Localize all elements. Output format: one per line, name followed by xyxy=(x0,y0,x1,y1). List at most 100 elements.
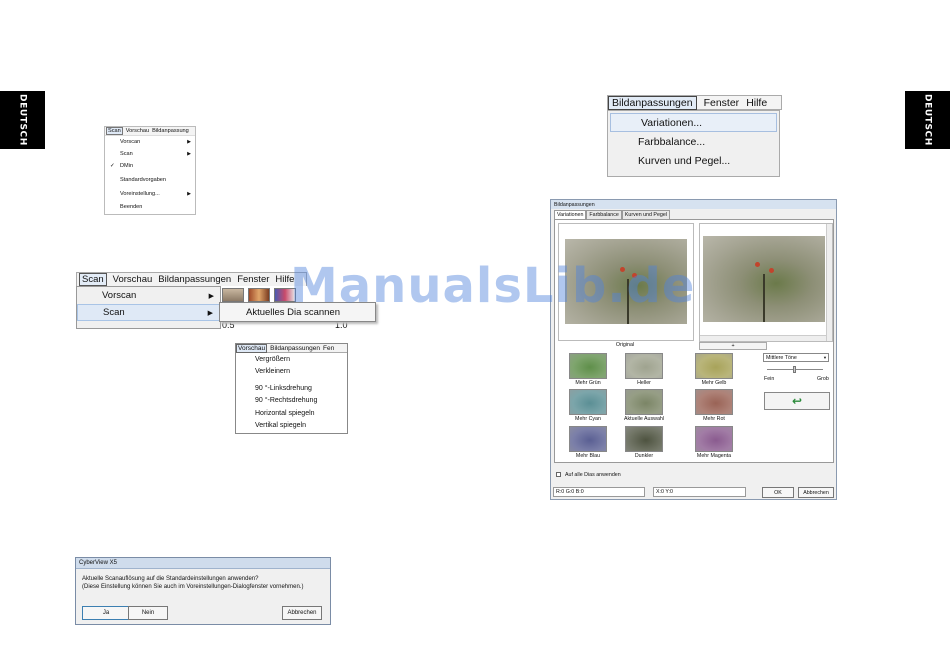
submenu-arrow-icon: ▶ xyxy=(207,309,213,317)
menu-item-dmin[interactable]: ✓ DMin xyxy=(105,159,195,174)
reset-undo-button[interactable]: ↩ xyxy=(764,392,830,410)
zoom-plus-button[interactable]: + xyxy=(699,342,767,350)
menu-bar: Vorschau Bildanpassungen Fen xyxy=(236,343,347,353)
variation-thumb-lighter[interactable] xyxy=(625,353,663,379)
variation-label: Mehr Magenta xyxy=(696,453,732,459)
menu-item-scan[interactable]: Scan ▶ xyxy=(105,149,195,159)
undo-arrow-icon: ↩ xyxy=(791,394,803,408)
step-slider-thumb[interactable] xyxy=(793,366,796,373)
tone-select[interactable]: Mittlere Töne ▼ xyxy=(763,353,829,362)
menu-item-standardvorgaben[interactable]: Standardvorgaben xyxy=(105,174,195,187)
horizontal-scrollbar[interactable] xyxy=(700,335,826,341)
menu-scan[interactable]: Scan xyxy=(79,273,107,286)
variation-thumb-darker[interactable] xyxy=(625,426,663,452)
variation-thumb-more-cyan[interactable] xyxy=(569,389,607,415)
variation-label: Heller xyxy=(637,380,651,386)
variation-label: Mehr Rot xyxy=(703,416,725,422)
menu-item-vorscan[interactable]: Vorscan ▶ xyxy=(77,287,220,304)
scan-menu-small: Scan Vorschau Bildanpassung Vorscan ▶ Sca… xyxy=(104,126,196,215)
menu-item-label: Beenden xyxy=(120,203,143,210)
dialog-message: Aktuelle Scanauflösung auf die Standarde… xyxy=(76,569,330,591)
no-button[interactable]: Nein xyxy=(128,606,168,620)
menu-item-beenden[interactable]: Beenden xyxy=(105,201,195,214)
menu-item-vertikal-spiegeln[interactable]: Vertikal spiegeln xyxy=(236,420,347,433)
cancel-button[interactable]: Abbrechen xyxy=(798,487,834,498)
tab-farbbalance[interactable]: Farbbalance xyxy=(586,210,622,219)
toolbar-thumb[interactable] xyxy=(222,287,244,302)
menu-item-scan[interactable]: Scan ▶ xyxy=(77,304,220,321)
menu-item-label: DMin xyxy=(120,163,134,169)
submenu-arrow-icon: ▶ xyxy=(187,139,191,146)
image-stem xyxy=(763,274,765,322)
menu-item-label: 90 °-Rechtsdrehung xyxy=(255,397,318,405)
watermark: ManualsLib.de xyxy=(290,258,696,314)
menu-item-verkleinern[interactable]: Verkleinern xyxy=(236,366,347,379)
menu-item-label: Verkleinern xyxy=(255,368,291,376)
language-tab-left: DEUTSCH xyxy=(0,91,45,149)
image-flower xyxy=(755,262,760,267)
menu-bildanpassungen[interactable]: Bildanpassungen xyxy=(270,345,320,352)
cancel-button[interactable]: Abbrechen xyxy=(282,606,322,620)
menu-item-vorscan[interactable]: Vorscan ▶ xyxy=(105,136,195,149)
checkmark-icon: ✓ xyxy=(110,163,115,169)
menu-vorschau[interactable]: Vorschau xyxy=(126,128,149,134)
language-tab-label: DEUTSCH xyxy=(17,94,28,146)
menu-fenster[interactable]: Fenster xyxy=(704,97,740,109)
menu-bildanpassung[interactable]: Bildanpassung xyxy=(152,128,189,134)
menu-item-linksdrehung[interactable]: 90 °-Linksdrehung xyxy=(236,382,347,395)
menu-item-label: Scan xyxy=(103,307,125,318)
menu-hilfe[interactable]: Hilfe xyxy=(746,97,767,109)
confirm-dialog: CyberView X5 Aktuelle Scanauflösung auf … xyxy=(75,557,331,625)
yes-button[interactable]: Ja xyxy=(82,606,130,620)
variation-thumb-more-blue[interactable] xyxy=(569,426,607,452)
scan-dropdown: Vorscan ▶ Scan ▶ xyxy=(76,286,221,329)
tab-variationen[interactable]: Variationen xyxy=(554,210,587,219)
variation-thumb-current[interactable] xyxy=(625,389,663,415)
toolbar-thumb[interactable] xyxy=(248,287,270,302)
menu-item-label: Vorscan xyxy=(120,139,141,146)
menu-item-label: Scan xyxy=(120,150,133,157)
variation-thumb-more-magenta[interactable] xyxy=(695,426,733,452)
fine-label: Fein xyxy=(764,376,775,382)
menu-vorschau[interactable]: Vorschau xyxy=(236,343,268,353)
menu-item-label: Vergrößern xyxy=(255,355,291,363)
chevron-down-icon: ▼ xyxy=(823,355,827,360)
menu-item-horizontal-spiegeln[interactable]: Horizontal spiegeln xyxy=(236,407,347,420)
vertical-scrollbar[interactable] xyxy=(826,224,832,341)
menu-item-rechtsdrehung[interactable]: 90 °-Rechtsdrehung xyxy=(236,395,347,408)
adjust-dropdown: Variationen... Farbbalance... Kurven und… xyxy=(607,110,780,177)
ok-button[interactable]: OK xyxy=(762,487,794,498)
menu-item-kurven-und-pegel[interactable]: Kurven und Pegel... xyxy=(608,151,779,170)
submenu-arrow-icon: ▶ xyxy=(187,150,191,157)
submenu-arrow-icon: ▶ xyxy=(187,190,191,197)
menu-item-variationen[interactable]: Variationen... xyxy=(610,113,777,132)
dialog-title: CyberView X5 xyxy=(76,558,330,569)
dialog-title: Bildanpassungen xyxy=(551,200,836,209)
variation-thumb-more-yellow[interactable] xyxy=(695,353,733,379)
variation-thumb-more-green[interactable] xyxy=(569,353,607,379)
variation-thumb-more-red[interactable] xyxy=(695,389,733,415)
menu-item-vergroessern[interactable]: Vergrößern xyxy=(236,353,347,366)
menu-scan[interactable]: Scan xyxy=(106,127,123,135)
menu-item-farbbalance[interactable]: Farbbalance... xyxy=(608,132,779,151)
submenu-arrow-icon: ▶ xyxy=(208,292,214,300)
menu-item-voreinstellung[interactable]: Voreinstellung... ▶ xyxy=(105,187,195,201)
menu-item-label: Voreinstellung... xyxy=(120,190,160,197)
menu-fenster[interactable]: Fenster xyxy=(237,274,269,285)
variation-label: Aktuelle Auswahl xyxy=(623,416,665,422)
menu-vorschau[interactable]: Vorschau xyxy=(113,274,153,285)
apply-all-checkbox[interactable] xyxy=(556,472,561,477)
menu-bildanpassungen[interactable]: Bildanpassungen xyxy=(608,95,697,110)
menu-item-label: 90 °-Linksdrehung xyxy=(255,384,312,392)
variation-label: Mehr Grün xyxy=(575,380,601,386)
menu-fenster[interactable]: Fen xyxy=(323,345,334,352)
variations-panel: Original + Mittlere Töne ▼ Fein Grob ↩ M… xyxy=(554,219,834,463)
vorschau-menu: Vorschau Bildanpassungen Fen Vergrößern … xyxy=(235,343,348,434)
menu-bildanpassungen[interactable]: Bildanpassungen xyxy=(158,274,231,285)
xy-readout: X:0 Y:0 xyxy=(653,487,746,497)
variation-label: Dunkler xyxy=(634,453,654,459)
tab-kurven-und-pegel[interactable]: Kurven und Pegel xyxy=(621,210,670,219)
menu-bar: Scan Vorschau Bildanpassungen Fenster Hi… xyxy=(76,272,307,286)
variation-label: Mehr Blau xyxy=(575,453,601,459)
image-flower xyxy=(769,268,774,273)
